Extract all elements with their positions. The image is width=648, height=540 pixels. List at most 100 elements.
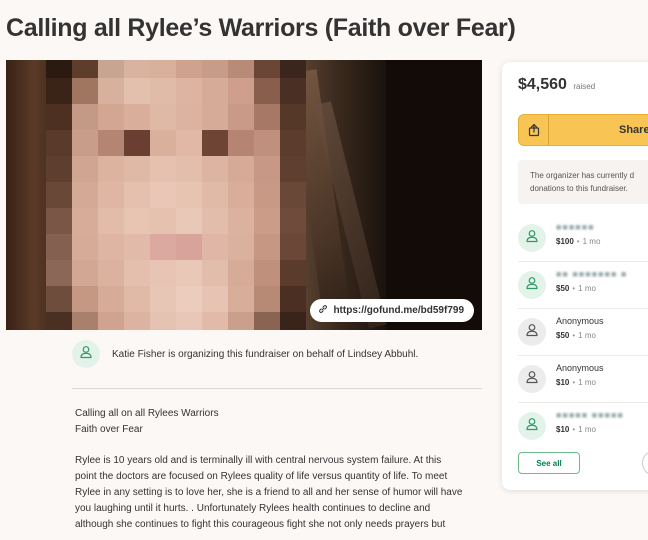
mosaic-tile — [202, 60, 228, 78]
story-line: Calling all on all Rylees Warriors — [75, 408, 219, 419]
mosaic-tile — [46, 60, 72, 78]
mosaic-tile — [150, 78, 176, 104]
mosaic-tile — [46, 78, 72, 104]
mosaic-tile — [202, 208, 228, 234]
donation-item: ■■■■■ ■■■■■ $10 • 1 mo — [518, 403, 648, 450]
divider — [72, 388, 482, 389]
mosaic-tile — [202, 234, 228, 260]
story-line: Rylee is 10 years old and is terminally … — [75, 455, 442, 466]
share-link-badge[interactable]: https://gofund.me/bd59f799 — [310, 299, 474, 322]
mosaic-tile — [202, 78, 228, 104]
mosaic-tile — [280, 208, 306, 234]
mosaic-tile — [228, 260, 254, 286]
donation-time: 1 mo — [578, 378, 596, 387]
mosaic-tile — [254, 260, 280, 286]
mosaic-tile — [150, 182, 176, 208]
mosaic-tile — [98, 130, 124, 156]
mosaic-tile — [202, 182, 228, 208]
mosaic-tile — [176, 182, 202, 208]
mosaic-tile — [72, 182, 98, 208]
mosaic-tile — [98, 182, 124, 208]
mosaic-tile — [150, 312, 176, 330]
mosaic-tile — [176, 312, 202, 330]
donation-amount: $100 — [556, 237, 574, 246]
share-link-text: https://gofund.me/bd59f799 — [333, 305, 464, 316]
mosaic-tile — [254, 286, 280, 312]
raised-summary: $4,560 raised — [518, 76, 595, 94]
mosaic-tile — [202, 104, 228, 130]
story-text: Calling all on all Rylees Warriors Faith… — [75, 406, 475, 533]
mosaic-tile — [150, 104, 176, 130]
mosaic-tile — [46, 130, 72, 156]
mosaic-tile — [228, 130, 254, 156]
mosaic-tile — [98, 208, 124, 234]
donation-amount: $10 — [556, 425, 570, 434]
mosaic-tile — [150, 208, 176, 234]
mosaic-tile — [124, 208, 150, 234]
mosaic-tile — [72, 234, 98, 260]
mosaic-tile — [176, 260, 202, 286]
mosaic-tile — [280, 156, 306, 182]
mosaic-tile — [202, 156, 228, 182]
share-icon — [519, 115, 549, 145]
mosaic-tile — [176, 104, 202, 130]
person-icon — [524, 228, 540, 249]
mosaic-tile — [280, 182, 306, 208]
mosaic-tile — [176, 286, 202, 312]
story-line: point the doctors are focused on Rylees … — [75, 471, 448, 482]
separator-dot: • — [572, 284, 576, 293]
see-all-button[interactable]: See all — [518, 452, 580, 474]
hero-image: https://gofund.me/bd59f799 — [6, 60, 482, 330]
donor-avatar — [518, 318, 546, 346]
mosaic-tile — [202, 260, 228, 286]
mosaic-tile — [228, 78, 254, 104]
story-line: Rylee in any setting is to love her, she… — [75, 487, 463, 498]
mosaic-tile — [124, 156, 150, 182]
mosaic-tile — [150, 60, 176, 78]
mosaic-tile — [98, 60, 124, 78]
mosaic-tile — [72, 78, 98, 104]
mosaic-tile — [254, 156, 280, 182]
mosaic-tile — [228, 312, 254, 330]
mosaic-tile — [176, 156, 202, 182]
raised-label: raised — [573, 82, 596, 91]
mosaic-tile — [280, 234, 306, 260]
mosaic-tile — [254, 60, 280, 78]
share-label: Share — [619, 124, 648, 136]
donation-item: Anonymous $50 • 1 mo — [518, 309, 648, 356]
mosaic-tile — [228, 234, 254, 260]
mosaic-tile — [124, 182, 150, 208]
organizer-text: Katie Fisher is organizing this fundrais… — [112, 348, 419, 360]
mosaic-tile — [228, 208, 254, 234]
separator-dot: • — [572, 378, 576, 387]
mosaic-tile — [98, 260, 124, 286]
mosaic-tile — [46, 104, 72, 130]
donation-item: Anonymous $10 • 1 mo — [518, 356, 648, 403]
mosaic-tile — [72, 104, 98, 130]
mosaic-tile — [176, 130, 202, 156]
donation-time: 1 mo — [578, 331, 596, 340]
donor-name: Anonymous — [556, 316, 604, 326]
mosaic-tile — [228, 182, 254, 208]
mosaic-tile — [254, 78, 280, 104]
notice-line: donations to this fundraiser. — [530, 184, 628, 193]
next-button[interactable] — [642, 450, 648, 476]
mosaic-tile — [280, 130, 306, 156]
donation-time: 1 mo — [578, 425, 596, 434]
mosaic-tile — [124, 130, 150, 156]
donor-name: ■■ ■■■■■■■ ■ — [556, 269, 628, 279]
mosaic-tile — [280, 312, 306, 330]
mosaic-tile — [98, 78, 124, 104]
separator-dot: • — [572, 331, 576, 340]
mosaic-tile — [46, 312, 72, 330]
mosaic-tile — [280, 104, 306, 130]
mosaic-tile — [46, 286, 72, 312]
mosaic-tile — [150, 260, 176, 286]
mosaic-tile — [202, 130, 228, 156]
mosaic-tile — [98, 312, 124, 330]
share-button[interactable]: Share — [518, 114, 648, 146]
mosaic-tile — [72, 260, 98, 286]
separator-dot: • — [572, 425, 576, 434]
donor-name: Anonymous — [556, 363, 604, 373]
mosaic-tile — [98, 286, 124, 312]
